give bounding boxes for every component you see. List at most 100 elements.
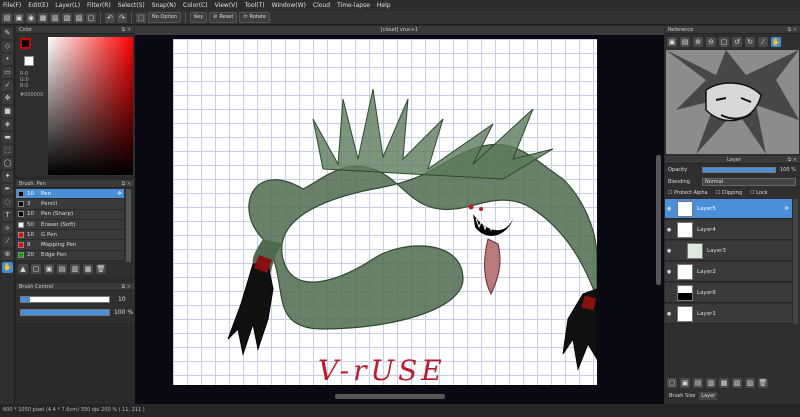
gear-icon[interactable]: ✲ (117, 191, 122, 197)
menu-snap[interactable]: Snap(N) (152, 2, 176, 9)
brush-list-icon[interactable]: ▦ (83, 264, 93, 274)
layout-icon[interactable]: ▧ (62, 12, 72, 23)
brush-item[interactable]: 20 Edge Pen (16, 250, 124, 262)
new-brush-icon[interactable]: ▢ (31, 264, 41, 274)
rotate-left-icon[interactable]: ↺ (732, 37, 742, 47)
clipping-checkbox[interactable]: ☐ Clipping (716, 190, 742, 196)
rotate-button[interactable]: ⟳ Rotate (239, 12, 270, 23)
foreground-swatch[interactable] (20, 38, 31, 49)
brush-item[interactable]: 50 Eraser (Soft) (16, 219, 124, 231)
new-halftone-layer-icon[interactable]: ▣ (680, 378, 690, 388)
select-eraser-icon[interactable]: ◌ (2, 197, 13, 208)
fill-tool-icon[interactable]: ◈ (2, 119, 13, 130)
divide-tool-icon[interactable]: ⟡ (2, 223, 13, 234)
layer-row[interactable]: Layer6 (665, 283, 792, 303)
menu-filter[interactable]: Filter(R) (87, 2, 111, 9)
tab-layer[interactable]: Layer (699, 392, 718, 400)
panel-controls-icon[interactable]: ⧉ × (122, 26, 131, 34)
brush-opacity-slider[interactable] (20, 309, 110, 316)
text-tool-icon[interactable]: T (2, 210, 13, 221)
menu-view[interactable]: View(V) (215, 2, 238, 9)
hand-icon[interactable]: ✋ (771, 37, 781, 47)
layer-row[interactable]: ● Layer1 (665, 304, 792, 324)
hand-tool-icon[interactable]: ✋ (2, 262, 13, 273)
merge-layer-icon[interactable]: ▥ (706, 378, 716, 388)
select-pen-icon[interactable]: ✒ (2, 184, 13, 195)
brush-folder-icon[interactable]: ▥ (70, 264, 80, 274)
folder-icon[interactable]: ▤ (680, 37, 690, 47)
menu-timelapse[interactable]: Time-lapse (337, 2, 370, 9)
delete-icon[interactable]: 🗑 (96, 264, 106, 274)
menu-file[interactable]: File(F) (3, 2, 21, 9)
menu-select[interactable]: Select(S) (118, 2, 145, 9)
menu-layer[interactable]: Layer(L) (55, 2, 80, 9)
brush-size-slider[interactable] (20, 296, 110, 303)
layer-row[interactable]: ● Layer5 ✲ (665, 199, 792, 219)
reset-button[interactable]: ⊘ Reset (209, 12, 238, 23)
zoom-in-icon[interactable]: ⊕ (693, 37, 703, 47)
panel-controls-icon[interactable]: ⧉ × (122, 180, 131, 188)
brush-item[interactable]: 3 Pencil (16, 199, 124, 210)
menu-tool[interactable]: Tool(T) (245, 2, 265, 9)
visibility-eye-icon[interactable]: ● (665, 269, 673, 275)
move-tool-icon[interactable]: ✥ (2, 93, 13, 104)
canvas-viewport[interactable]: V-rUSE (135, 35, 664, 404)
vertical-scrollbar[interactable] (656, 155, 661, 285)
layer-settings-icon[interactable]: ▨ (745, 378, 755, 388)
chat-icon[interactable]: ◉ (26, 12, 36, 23)
lasso-tool-icon[interactable]: ◯ (2, 158, 13, 169)
visibility-eye-icon[interactable]: ● (665, 206, 673, 212)
select-tool-icon[interactable]: ⬚ (2, 145, 13, 156)
zoom-out-icon[interactable]: ⊖ (706, 37, 716, 47)
gear-icon[interactable]: ✲ (784, 206, 789, 212)
new-layer-icon[interactable]: ▢ (667, 378, 677, 388)
brush-tool-icon[interactable]: ✎ (2, 28, 13, 39)
canvas-tab[interactable]: [cloud] vruc+1 (135, 26, 664, 35)
select-option-icon[interactable]: ⬚ (136, 12, 146, 23)
new-file-icon[interactable]: ▤ (2, 12, 12, 23)
saturation-value-picker[interactable] (48, 37, 133, 175)
add-brush-icon[interactable]: ▲ (18, 264, 28, 274)
redo-icon[interactable]: ↷ (117, 12, 127, 23)
lasso-fill-icon[interactable]: ✓ (2, 80, 13, 91)
layer-row[interactable]: ● Layer4 (665, 220, 792, 240)
eyedropper-icon[interactable]: ⁄ (758, 37, 768, 47)
undo-icon[interactable]: ↶ (105, 12, 115, 23)
menu-cloud[interactable]: Cloud (313, 2, 330, 9)
copy-brush-icon[interactable]: ▣ (44, 264, 54, 274)
brush-item[interactable]: 10 Pen ✲ (16, 189, 124, 200)
dot-tool-icon[interactable]: • (2, 54, 13, 65)
layer-row[interactable]: ● Layer3 (665, 241, 792, 261)
tab-brush-size[interactable]: Brush Size (667, 392, 697, 400)
snap-icon[interactable]: ▥ (50, 12, 60, 23)
lock-checkbox[interactable]: ☐ Lock (750, 190, 767, 196)
open-image-icon[interactable]: ▣ (667, 37, 677, 47)
panel-controls-icon[interactable]: ⧉ × (788, 156, 797, 164)
menu-window[interactable]: Window(W) (272, 2, 306, 9)
layer-row[interactable]: ● Layer2 (665, 262, 792, 282)
rect-tool-icon[interactable]: ■ (2, 106, 13, 117)
reference-image[interactable] (666, 50, 799, 154)
eyedropper-icon[interactable]: ⁄ (2, 236, 13, 247)
duplicate-layer-icon[interactable]: ▤ (693, 378, 703, 388)
clear-layer-icon[interactable]: ▧ (732, 378, 742, 388)
visibility-eye-icon[interactable]: ● (665, 311, 673, 317)
scrollbar[interactable] (126, 189, 131, 262)
brush-settings-icon[interactable]: ▤ (57, 264, 67, 274)
magic-wand-icon[interactable]: ✦ (2, 171, 13, 182)
scrollbar[interactable] (793, 199, 798, 324)
folder-icon[interactable]: ▦ (719, 378, 729, 388)
grid-icon[interactable]: ▦ (38, 12, 48, 23)
brush-item[interactable]: 10 G Pen (16, 230, 124, 241)
horizontal-scrollbar[interactable] (335, 394, 445, 399)
hide-panel-icon[interactable]: ▨ (74, 12, 84, 23)
rubber-tool-icon[interactable]: ▭ (2, 67, 13, 78)
brush-item[interactable]: 10 Pen (Sharp) (16, 209, 124, 220)
menu-help[interactable]: Help (377, 2, 391, 9)
panel-controls-icon[interactable]: ⧉ × (788, 26, 797, 34)
visibility-eye-icon[interactable]: ● (665, 227, 673, 233)
delete-icon[interactable]: 🗑 (758, 378, 768, 388)
layer-opacity-slider[interactable] (702, 167, 776, 173)
blending-select[interactable]: Normal (702, 178, 796, 186)
save-icon[interactable]: ▣ (14, 12, 24, 23)
